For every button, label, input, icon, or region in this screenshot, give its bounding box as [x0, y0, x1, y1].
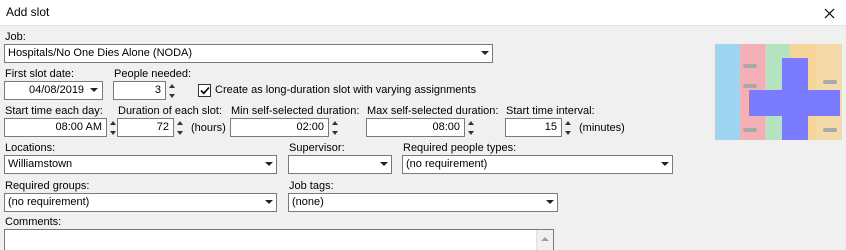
people-types-select[interactable]: (no requirement) [402, 155, 673, 174]
chevron-down-icon [481, 51, 489, 55]
groups-select[interactable]: (no requirement) [4, 193, 277, 212]
comments-label: Comments: [5, 216, 62, 228]
duration-unit: (hours) [191, 122, 226, 134]
stepper-up-icon[interactable] [465, 118, 477, 127]
stepper-down-icon[interactable] [166, 91, 178, 100]
close-icon [824, 8, 834, 18]
calendar-add-icon [715, 44, 842, 140]
window-title: Add slot [6, 5, 50, 19]
min-duration-label: Min self-selected duration: [231, 105, 360, 117]
locations-select[interactable]: Williamstown [4, 155, 277, 174]
job-tags-label: Job tags: [289, 180, 334, 192]
chevron-down-icon [90, 88, 98, 92]
max-duration-stepper[interactable] [465, 118, 477, 137]
start-interval-value: 15 [544, 121, 557, 133]
stepper-down-icon[interactable] [562, 128, 574, 137]
start-interval-unit: (minutes) [579, 122, 625, 134]
scroll-up-icon[interactable] [537, 230, 553, 247]
job-label: Job: [5, 31, 26, 43]
chevron-down-icon [546, 200, 554, 204]
comments-scrollbar[interactable] [536, 230, 553, 250]
groups-value: (no requirement) [8, 196, 90, 208]
min-duration-value: 02:00 [296, 121, 324, 133]
duration-input[interactable]: 72 [117, 118, 174, 137]
stepper-down-icon[interactable] [329, 128, 341, 137]
locations-value: Williamstown [8, 158, 73, 170]
chevron-down-icon [265, 200, 273, 204]
comments-textarea[interactable] [4, 229, 554, 250]
job-select[interactable]: Hospitals/No One Dies Alone (NODA) [4, 44, 493, 63]
stepper-up-icon[interactable] [166, 81, 178, 90]
job-value: Hospitals/No One Dies Alone (NODA) [8, 47, 193, 59]
supervisor-select[interactable] [288, 155, 392, 174]
max-duration-label: Max self-selected duration: [367, 105, 499, 117]
start-time-value: 08:00 AM [55, 121, 102, 133]
chevron-down-icon [380, 162, 388, 166]
people-types-label: Required people types: [403, 142, 517, 154]
people-needed-stepper[interactable] [166, 81, 178, 100]
stepper-up-icon[interactable] [329, 118, 341, 127]
max-duration-input[interactable]: 08:00 [366, 118, 465, 137]
stepper-down-icon[interactable] [174, 128, 186, 137]
long-duration-label: Create as long-duration slot with varyin… [215, 84, 477, 96]
stepper-up-icon[interactable] [174, 118, 186, 127]
first-slot-date-label: First slot date: [5, 68, 75, 80]
first-slot-date-value: 04/08/2019 [29, 84, 85, 96]
duration-value: 72 [156, 121, 169, 133]
min-duration-input[interactable]: 02:00 [230, 118, 329, 137]
duration-label: Duration of each slot: [118, 105, 222, 117]
close-button[interactable] [812, 0, 846, 26]
start-time-input[interactable]: 08:00 AM [4, 118, 107, 137]
start-interval-stepper[interactable] [562, 118, 574, 137]
stepper-down-icon[interactable] [465, 128, 477, 137]
people-types-value: (no requirement) [406, 158, 488, 170]
people-needed-value: 3 [154, 84, 161, 96]
chevron-down-icon [265, 162, 273, 166]
checkmark-icon [199, 86, 210, 95]
chevron-down-icon [661, 162, 669, 166]
groups-label: Required groups: [5, 180, 90, 192]
first-slot-date-picker[interactable]: 04/08/2019 [4, 81, 103, 100]
long-duration-checkbox[interactable] [198, 84, 211, 97]
start-interval-label: Start time interval: [506, 105, 595, 117]
duration-stepper[interactable] [174, 118, 186, 137]
max-duration-value: 08:00 [432, 121, 460, 133]
job-tags-value: (none) [292, 196, 324, 208]
stepper-up-icon[interactable] [562, 118, 574, 127]
locations-label: Locations: [5, 142, 56, 154]
people-needed-input[interactable]: 3 [113, 81, 166, 100]
job-tags-select[interactable]: (none) [288, 193, 558, 212]
start-interval-input[interactable]: 15 [505, 118, 562, 137]
supervisor-label: Supervisor: [289, 142, 345, 154]
people-needed-label: People needed: [114, 68, 192, 80]
min-duration-stepper[interactable] [329, 118, 341, 137]
title-bar: Add slot [0, 0, 846, 26]
start-time-label: Start time each day: [5, 105, 103, 117]
